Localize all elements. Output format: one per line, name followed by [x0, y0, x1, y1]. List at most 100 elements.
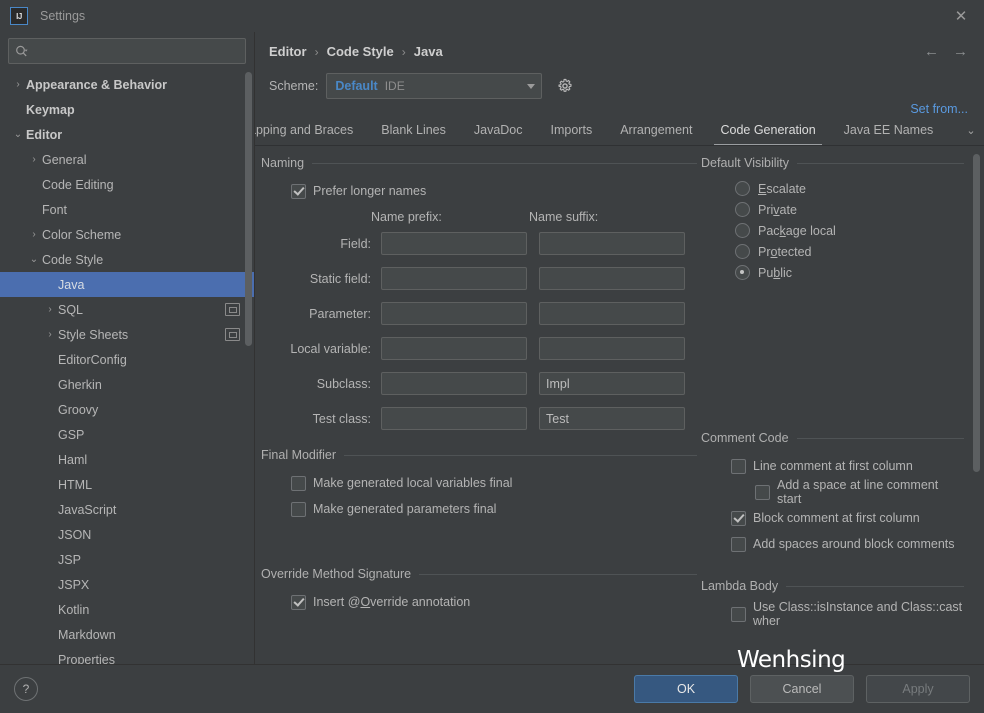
sidebar-item-gsp[interactable]: GSP: [0, 422, 254, 447]
lambda-body-checkbox[interactable]: [731, 606, 746, 622]
tab-arrangement[interactable]: Arrangement: [606, 115, 706, 145]
name-suffix-input[interactable]: [539, 267, 685, 290]
chevron-right-icon[interactable]: ›: [10, 79, 26, 90]
sidebar-scrollbar[interactable]: [244, 70, 253, 664]
final-modifier-checkbox[interactable]: [291, 501, 306, 517]
sidebar-item-sql[interactable]: › SQL: [0, 297, 254, 322]
chevron-right-icon[interactable]: ›: [26, 154, 42, 165]
sidebar-item-javascript[interactable]: JavaScript: [0, 497, 254, 522]
content-scrollbar-thumb[interactable]: [973, 154, 980, 472]
close-icon[interactable]: ✕: [938, 0, 984, 32]
tabs-more-chevron-icon[interactable]: ⌄: [958, 115, 984, 145]
sidebar-item-kotlin[interactable]: Kotlin: [0, 597, 254, 622]
name-suffix-input[interactable]: [539, 302, 685, 325]
visibility-radio-package-local[interactable]: [735, 223, 750, 238]
name-prefix-input[interactable]: [381, 232, 527, 255]
help-icon[interactable]: ?: [14, 677, 38, 701]
sidebar-item-editor[interactable]: ⌄ Editor: [0, 122, 254, 147]
chevron-down-icon[interactable]: ⌄: [26, 254, 42, 265]
prefer-longer-names-checkbox-row[interactable]: Prefer longer names: [261, 178, 697, 204]
comment-code-checkbox-row[interactable]: Add a space at line comment start: [701, 478, 964, 506]
comment-code-checkbox-row[interactable]: Add spaces around block comments: [701, 531, 964, 557]
gear-icon[interactable]: [554, 75, 576, 97]
tab-blank-lines[interactable]: Blank Lines: [367, 115, 460, 145]
search-input[interactable]: [32, 43, 239, 59]
name-prefix-input[interactable]: [381, 407, 527, 430]
breadcrumb-item[interactable]: Code Style: [327, 44, 394, 59]
visibility-radio-escalate[interactable]: [735, 181, 750, 196]
name-prefix-input[interactable]: [381, 372, 527, 395]
comment-code-checkbox-row[interactable]: Line comment at first column: [701, 453, 964, 479]
sidebar-item-markdown[interactable]: Markdown: [0, 622, 254, 647]
set-from-link[interactable]: Set from...: [910, 102, 968, 116]
prefer-longer-names-checkbox[interactable]: [291, 183, 306, 199]
visibility-radio-row[interactable]: Private: [701, 199, 964, 220]
sidebar-item-code-editing[interactable]: Code Editing: [0, 172, 254, 197]
sidebar-scrollbar-thumb[interactable]: [245, 72, 252, 346]
lambda-body-checkbox-row[interactable]: Use Class::isInstance and Class::cast wh…: [701, 600, 964, 628]
name-prefix-input[interactable]: [381, 337, 527, 360]
breadcrumb-item[interactable]: Editor: [269, 44, 307, 59]
sidebar-item-editorconfig[interactable]: EditorConfig: [0, 347, 254, 372]
sidebar-item-jspx[interactable]: JSPX: [0, 572, 254, 597]
visibility-radio-row[interactable]: Protected: [701, 241, 964, 262]
tab-apping-and-braces[interactable]: apping and Braces: [255, 115, 367, 145]
visibility-radio-public[interactable]: [735, 265, 750, 280]
name-suffix-input[interactable]: [539, 407, 685, 430]
sidebar-item-html[interactable]: HTML: [0, 472, 254, 497]
scheme-dropdown[interactable]: Default IDE: [326, 73, 543, 99]
name-prefix-input[interactable]: [381, 267, 527, 290]
sidebar-item-json[interactable]: JSON: [0, 522, 254, 547]
sidebar-item-appearance-behavior[interactable]: › Appearance & Behavior: [0, 72, 254, 97]
chevron-down-icon[interactable]: ⌄: [10, 129, 26, 140]
name-suffix-input[interactable]: [539, 337, 685, 360]
forward-arrow-icon[interactable]: →: [953, 43, 968, 60]
chevron-right-icon[interactable]: ›: [26, 229, 42, 240]
override-annotation-checkbox[interactable]: [291, 594, 306, 610]
comment-code-checkbox[interactable]: [731, 510, 746, 526]
name-suffix-input[interactable]: [539, 372, 685, 395]
sidebar-item-properties[interactable]: Properties: [0, 647, 254, 665]
visibility-radio-row[interactable]: Package local: [701, 220, 964, 241]
comment-code-checkbox[interactable]: [731, 536, 746, 552]
sidebar-item-style-sheets[interactable]: › Style Sheets: [0, 322, 254, 347]
sidebar-item-code-style[interactable]: ⌄ Code Style: [0, 247, 254, 272]
sidebar-item-haml[interactable]: Haml: [0, 447, 254, 472]
back-arrow-icon[interactable]: ←: [924, 43, 939, 60]
ok-button[interactable]: OK: [634, 675, 738, 703]
chevron-right-icon[interactable]: ›: [42, 329, 58, 340]
apply-button[interactable]: Apply: [866, 675, 970, 703]
settings-tabs[interactable]: apping and Braces Blank Lines JavaDoc Impor…: [255, 115, 984, 146]
comment-code-checkbox-row[interactable]: Block comment at first column: [701, 505, 964, 531]
tab-code-generation[interactable]: Code Generation: [706, 115, 829, 145]
sidebar-item-jsp[interactable]: JSP: [0, 547, 254, 572]
sidebar-item-gherkin[interactable]: Gherkin: [0, 372, 254, 397]
final-modifier-checkbox[interactable]: [291, 475, 306, 491]
content-scrollbar[interactable]: [971, 154, 980, 658]
cancel-button[interactable]: Cancel: [750, 675, 854, 703]
sidebar-item-groovy[interactable]: Groovy: [0, 397, 254, 422]
sidebar-item-general[interactable]: › General: [0, 147, 254, 172]
sidebar-item-java[interactable]: Java: [0, 272, 254, 297]
tab-imports[interactable]: Imports: [537, 115, 607, 145]
settings-tree[interactable]: › Appearance & Behavior Keymap ⌄ Editor › Gene…: [0, 70, 254, 664]
visibility-radio-protected[interactable]: [735, 244, 750, 259]
sidebar-item-keymap[interactable]: Keymap: [0, 97, 254, 122]
visibility-radio-row[interactable]: Escalate: [701, 178, 964, 199]
sidebar-item-color-scheme[interactable]: › Color Scheme: [0, 222, 254, 247]
name-suffix-input[interactable]: [539, 232, 685, 255]
visibility-radio-private[interactable]: [735, 202, 750, 217]
sidebar-item-font[interactable]: Font: [0, 197, 254, 222]
visibility-radio-row[interactable]: Public: [701, 262, 964, 283]
tab-java-ee-names[interactable]: Java EE Names: [830, 115, 948, 145]
comment-code-checkbox[interactable]: [731, 458, 746, 474]
search-box[interactable]: [8, 38, 246, 64]
breadcrumb-item[interactable]: Java: [414, 44, 443, 59]
comment-code-checkbox[interactable]: [755, 484, 770, 500]
name-prefix-input[interactable]: [381, 302, 527, 325]
override-annotation-checkbox-row[interactable]: Insert @Override annotation: [261, 589, 697, 615]
tab-javadoc[interactable]: JavaDoc: [460, 115, 537, 145]
final-modifier-checkbox-row[interactable]: Make generated parameters final: [261, 496, 697, 522]
chevron-right-icon[interactable]: ›: [42, 304, 58, 315]
final-modifier-checkbox-row[interactable]: Make generated local variables final: [261, 470, 697, 496]
